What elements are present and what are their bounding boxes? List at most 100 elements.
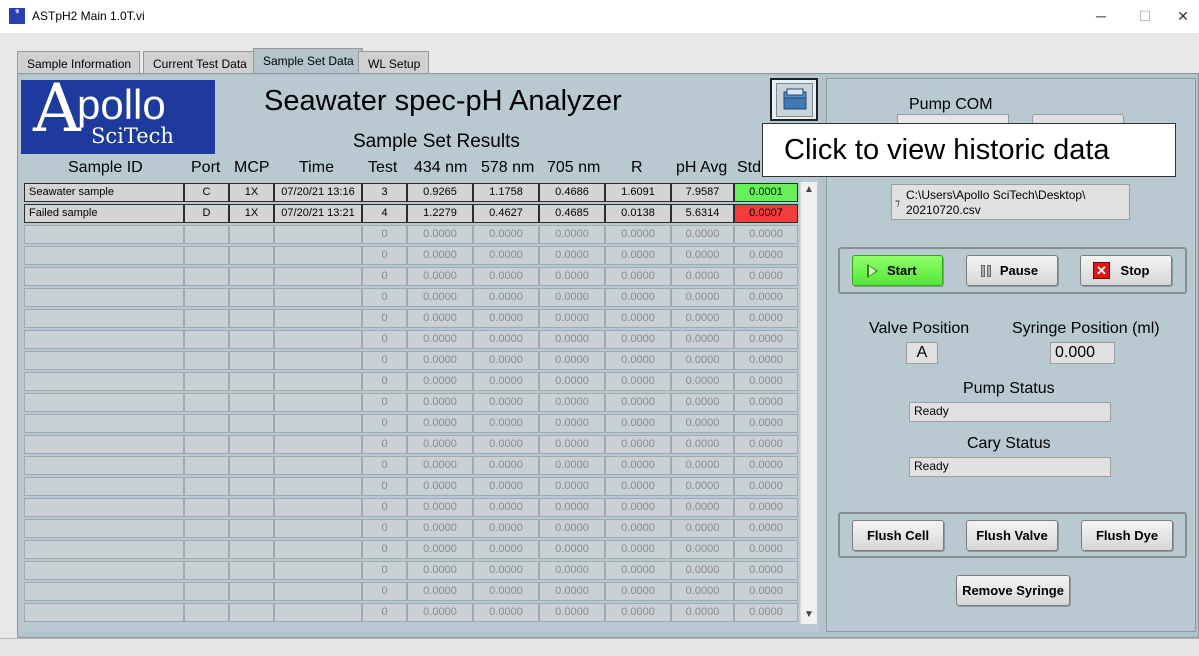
cell-mcp[interactable]: 1X	[229, 204, 274, 223]
cell-r[interactable]: 0.0000	[605, 351, 671, 370]
cell-r[interactable]: 0.0000	[605, 519, 671, 538]
cell-test[interactable]: 0	[362, 435, 407, 454]
cell-time[interactable]	[274, 372, 362, 391]
table-row[interactable]: 0 0.0000 0.0000 0.0000 0.0000 0.0000 0.0000	[24, 392, 799, 413]
table-row[interactable]: 0 0.0000 0.0000 0.0000 0.0000 0.0000 0.0000	[24, 581, 799, 602]
cell-time[interactable]: 07/20/21 13:16	[274, 183, 362, 202]
cell-578nm[interactable]: 0.0000	[473, 414, 539, 433]
cell-ph-avg[interactable]: 0.0000	[671, 288, 734, 307]
scroll-up-icon[interactable]: ▲	[804, 184, 814, 195]
cell-434nm[interactable]: 0.0000	[407, 330, 473, 349]
cell-r[interactable]: 1.6091	[605, 183, 671, 202]
cell-test[interactable]: 0	[362, 288, 407, 307]
table-row[interactable]: 0 0.0000 0.0000 0.0000 0.0000 0.0000 0.0000	[24, 434, 799, 455]
cell-test[interactable]: 3	[362, 183, 407, 202]
cell-mcp[interactable]	[229, 603, 274, 622]
cell-r[interactable]: 0.0000	[605, 246, 671, 265]
cell-std[interactable]: 0.0000	[734, 225, 798, 244]
cell-sample-id[interactable]	[24, 225, 184, 244]
cell-sample-id[interactable]	[24, 330, 184, 349]
cell-port[interactable]	[184, 435, 229, 454]
cell-ph-avg[interactable]: 0.0000	[671, 309, 734, 328]
cell-std[interactable]: 0.0000	[734, 351, 798, 370]
table-row[interactable]: 0 0.0000 0.0000 0.0000 0.0000 0.0000 0.0000	[24, 350, 799, 371]
cell-port[interactable]	[184, 330, 229, 349]
cell-434nm[interactable]: 0.0000	[407, 414, 473, 433]
cell-mcp[interactable]	[229, 225, 274, 244]
cell-port[interactable]	[184, 477, 229, 496]
cell-std[interactable]: 0.0000	[734, 435, 798, 454]
cell-port[interactable]	[184, 309, 229, 328]
cell-r[interactable]: 0.0000	[605, 540, 671, 559]
cell-time[interactable]	[274, 477, 362, 496]
cell-ph-avg[interactable]: 0.0000	[671, 582, 734, 601]
cell-time[interactable]	[274, 288, 362, 307]
cell-r[interactable]: 0.0000	[605, 582, 671, 601]
cell-434nm[interactable]: 0.0000	[407, 309, 473, 328]
cell-434nm[interactable]: 0.0000	[407, 225, 473, 244]
table-row[interactable]: 0 0.0000 0.0000 0.0000 0.0000 0.0000 0.0000	[24, 560, 799, 581]
cell-578nm[interactable]: 0.0000	[473, 435, 539, 454]
pause-button[interactable]: Pause	[966, 255, 1058, 286]
cell-port[interactable]	[184, 456, 229, 475]
cell-578nm[interactable]: 0.0000	[473, 393, 539, 412]
cell-705nm[interactable]: 0.0000	[539, 309, 605, 328]
cell-sample-id[interactable]	[24, 561, 184, 580]
cell-std[interactable]: 0.0001	[734, 183, 798, 202]
cell-ph-avg[interactable]: 0.0000	[671, 414, 734, 433]
tab-current-test-data[interactable]: Current Test Data	[143, 51, 256, 73]
cell-test[interactable]: 0	[362, 372, 407, 391]
cell-port[interactable]	[184, 561, 229, 580]
tab-sample-information[interactable]: Sample Information	[17, 51, 141, 73]
table-row[interactable]: 0 0.0000 0.0000 0.0000 0.0000 0.0000 0.0000	[24, 539, 799, 560]
table-row[interactable]: Seawater sample C 1X 07/20/21 13:16 3 0.9265 1…	[24, 182, 799, 203]
cell-test[interactable]: 4	[362, 204, 407, 223]
cell-sample-id[interactable]	[24, 351, 184, 370]
cell-705nm[interactable]: 0.0000	[539, 330, 605, 349]
cell-sample-id[interactable]	[24, 267, 184, 286]
cell-705nm[interactable]: 0.0000	[539, 246, 605, 265]
cell-std[interactable]: 0.0000	[734, 393, 798, 412]
cell-test[interactable]: 0	[362, 561, 407, 580]
cell-r[interactable]: 0.0000	[605, 456, 671, 475]
cell-ph-avg[interactable]: 0.0000	[671, 540, 734, 559]
cell-mcp[interactable]	[229, 561, 274, 580]
cell-mcp[interactable]	[229, 309, 274, 328]
table-row[interactable]: Failed sample D 1X 07/20/21 13:21 4 1.2279 0.4…	[24, 203, 799, 224]
cell-sample-id[interactable]	[24, 414, 184, 433]
table-row[interactable]: 0 0.0000 0.0000 0.0000 0.0000 0.0000 0.0000	[24, 266, 799, 287]
cell-sample-id[interactable]	[24, 288, 184, 307]
cell-mcp[interactable]: 1X	[229, 183, 274, 202]
cell-r[interactable]: 0.0000	[605, 603, 671, 622]
cell-time[interactable]	[274, 309, 362, 328]
cell-ph-avg[interactable]: 0.0000	[671, 456, 734, 475]
cell-mcp[interactable]	[229, 351, 274, 370]
cell-std[interactable]: 0.0000	[734, 519, 798, 538]
cell-port[interactable]	[184, 393, 229, 412]
cell-ph-avg[interactable]: 0.0000	[671, 246, 734, 265]
cell-time[interactable]	[274, 330, 362, 349]
cell-time[interactable]	[274, 456, 362, 475]
cell-r[interactable]: 0.0000	[605, 330, 671, 349]
cell-test[interactable]: 0	[362, 267, 407, 286]
cell-test[interactable]: 0	[362, 456, 407, 475]
cell-test[interactable]: 0	[362, 351, 407, 370]
cell-r[interactable]: 0.0000	[605, 561, 671, 580]
flush-cell-button[interactable]: Flush Cell	[852, 520, 944, 551]
cell-std[interactable]: 0.0000	[734, 372, 798, 391]
cell-port[interactable]	[184, 498, 229, 517]
cell-ph-avg[interactable]: 0.0000	[671, 372, 734, 391]
cell-578nm[interactable]: 0.0000	[473, 477, 539, 496]
cell-r[interactable]: 0.0000	[605, 225, 671, 244]
cell-port[interactable]	[184, 351, 229, 370]
cell-578nm[interactable]: 1.1758	[473, 183, 539, 202]
cell-sample-id[interactable]	[24, 435, 184, 454]
cell-434nm[interactable]: 0.0000	[407, 582, 473, 601]
cell-mcp[interactable]	[229, 414, 274, 433]
cell-ph-avg[interactable]: 7.9587	[671, 183, 734, 202]
cell-sample-id[interactable]	[24, 456, 184, 475]
minimize-button[interactable]: ─	[1078, 4, 1124, 28]
cell-std[interactable]: 0.0000	[734, 498, 798, 517]
cell-sample-id[interactable]	[24, 372, 184, 391]
cell-705nm[interactable]: 0.0000	[539, 435, 605, 454]
